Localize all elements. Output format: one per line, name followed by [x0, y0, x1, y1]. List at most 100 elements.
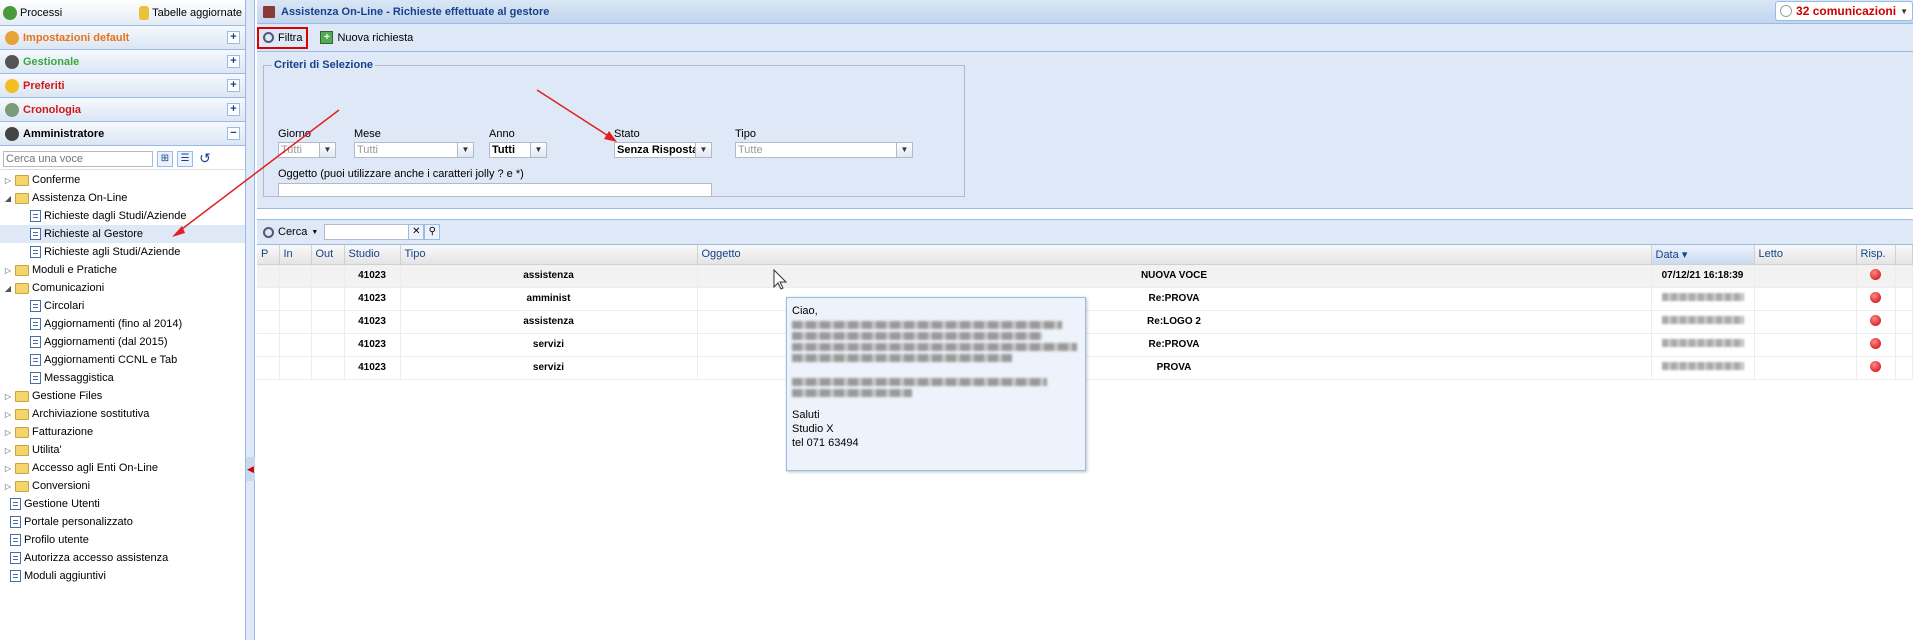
- chevron-down-icon[interactable]: ▼: [457, 143, 473, 157]
- new-request-label: Nuova richiesta: [337, 31, 414, 44]
- expand-icon[interactable]: +: [227, 31, 240, 44]
- collapse-left-icon[interactable]: ◀: [246, 457, 255, 481]
- new-request-button[interactable]: + Nuova richiesta: [316, 27, 417, 49]
- tree-item[interactable]: ▷ Archiviazione sostitutiva: [0, 405, 245, 423]
- mese-select[interactable]: Tutti ▼: [354, 142, 474, 158]
- expand-toggle-icon[interactable]: ▷: [3, 392, 13, 401]
- column-header[interactable]: Letto: [1754, 245, 1857, 265]
- cell-studio: 41023: [344, 287, 401, 311]
- tree-item[interactable]: Moduli aggiuntivi: [0, 567, 245, 585]
- section-icon: [5, 102, 19, 117]
- section-icon: [5, 126, 19, 141]
- menu-tree: ▷ Conferme ◢ Assistenza On-Line Richieste da…: [0, 171, 245, 585]
- tree-item[interactable]: ▷ Conversioni: [0, 477, 245, 495]
- tree-item[interactable]: ▷ Utilita': [0, 441, 245, 459]
- accordion-header[interactable]: Preferiti +: [0, 74, 245, 98]
- tooltip-sign3: tel 071 63494: [792, 437, 859, 449]
- folder-icon: [15, 408, 29, 420]
- tree-item[interactable]: Aggiornamenti (dal 2015): [0, 333, 245, 351]
- communications-button[interactable]: 32 comunicazioni ▼: [1775, 1, 1913, 21]
- expand-toggle-icon[interactable]: ▷: [3, 428, 13, 437]
- tooltip-greeting: Ciao,: [792, 305, 818, 317]
- tree-item-label: Profilo utente: [24, 534, 89, 546]
- document-icon: [30, 372, 41, 384]
- table-row[interactable]: 41023 assistenza NUOVA VOCE 07/12/21 16:18:…: [257, 264, 1913, 288]
- chevron-down-icon[interactable]: ▼: [896, 143, 912, 157]
- bell-icon: [1780, 5, 1793, 17]
- column-header[interactable]: Risp.: [1856, 245, 1896, 265]
- tree-item[interactable]: Portale personalizzato: [0, 513, 245, 531]
- tree-item[interactable]: Aggiornamenti (fino al 2014): [0, 315, 245, 333]
- column-header[interactable]: Tipo: [400, 245, 698, 265]
- tree-item[interactable]: Messaggistica: [0, 369, 245, 387]
- expand-toggle-icon[interactable]: ▷: [3, 464, 13, 473]
- tree-item[interactable]: ◢ Comunicazioni: [0, 279, 245, 297]
- tree-item[interactable]: Aggiornamenti CCNL e Tab: [0, 351, 245, 369]
- filter-button[interactable]: Filtra: [257, 26, 309, 49]
- tree-item[interactable]: Gestione Utenti: [0, 495, 245, 513]
- cell-tipo: servizi: [400, 333, 698, 357]
- accordion-header[interactable]: Cronologia +: [0, 98, 245, 122]
- column-header[interactable]: In: [279, 245, 312, 265]
- filter-tree-icon[interactable]: ⊞: [157, 150, 173, 167]
- list-icon[interactable]: ☰: [177, 150, 193, 167]
- tree-item[interactable]: ▷ Moduli e Pratiche: [0, 261, 245, 279]
- clear-icon[interactable]: ✕: [408, 224, 425, 240]
- tree-item[interactable]: ◢ Assistenza On-Line: [0, 189, 245, 207]
- tooltip-sign2: Studio X: [792, 423, 834, 435]
- accordion-label: Preferiti: [23, 79, 65, 92]
- cell-studio: 41023: [344, 356, 401, 380]
- oggetto-input[interactable]: [278, 183, 712, 197]
- tree-item-label: Gestione Utenti: [24, 498, 100, 510]
- tree-item[interactable]: ▷ Gestione Files: [0, 387, 245, 405]
- column-header[interactable]: P: [257, 245, 280, 265]
- accordion-header[interactable]: Amministratore −: [0, 122, 245, 146]
- accordion-header[interactable]: Gestionale +: [0, 50, 245, 74]
- expand-toggle-icon[interactable]: ▷: [3, 266, 13, 275]
- expand-toggle-icon[interactable]: ◢: [3, 194, 13, 203]
- panel-splitter[interactable]: ◀: [246, 0, 255, 640]
- stato-select[interactable]: Senza Risposta ▼: [614, 142, 712, 158]
- expand-toggle-icon[interactable]: ▷: [3, 482, 13, 491]
- grid-search-input[interactable]: [324, 224, 411, 240]
- grid-search-button[interactable]: Cerca ▼: [263, 221, 318, 243]
- expand-icon[interactable]: −: [227, 127, 240, 140]
- expand-icon[interactable]: +: [227, 103, 240, 116]
- tree-item[interactable]: Richieste dagli Studi/Aziende: [0, 207, 245, 225]
- chevron-down-icon[interactable]: ▼: [695, 143, 711, 157]
- tree-item[interactable]: Profilo utente: [0, 531, 245, 549]
- column-header[interactable]: Out: [311, 245, 345, 265]
- tree-item[interactable]: ▷ Conferme: [0, 171, 245, 189]
- expand-toggle-icon[interactable]: ▷: [3, 446, 13, 455]
- tree-item[interactable]: ▷ Accesso agli Enti On-Line: [0, 459, 245, 477]
- processi-button[interactable]: Processi: [3, 5, 62, 20]
- cell-data: [1651, 333, 1755, 357]
- anno-select[interactable]: Tutti ▼: [489, 142, 547, 158]
- expand-toggle-icon[interactable]: ▷: [3, 176, 13, 185]
- expand-icon[interactable]: +: [227, 79, 240, 92]
- column-header[interactable]: Oggetto: [697, 245, 1652, 265]
- tabelle-aggiornate-button[interactable]: Tabelle aggiornate: [139, 5, 242, 20]
- expand-toggle-icon[interactable]: ▷: [3, 410, 13, 419]
- refresh-icon[interactable]: ↺: [197, 151, 213, 167]
- column-header[interactable]: Data ▾: [1651, 245, 1755, 265]
- tree-search-input[interactable]: [3, 150, 153, 167]
- chevron-down-icon[interactable]: ▼: [530, 143, 546, 157]
- tipo-select[interactable]: Tutte ▼: [735, 142, 913, 158]
- grid-toolbar: Cerca ▼ ✕ ⚲: [257, 219, 1913, 245]
- tree-item[interactable]: Circolari: [0, 297, 245, 315]
- expand-toggle-icon[interactable]: ◢: [3, 284, 13, 293]
- tree-item[interactable]: Autorizza accesso assistenza: [0, 549, 245, 567]
- tree-item[interactable]: ▷ Fatturazione: [0, 423, 245, 441]
- accordion-header[interactable]: Impostazioni default +: [0, 26, 245, 50]
- giorno-select[interactable]: Tutti ▼: [278, 142, 336, 158]
- tree-item-label: Richieste dagli Studi/Aziende: [44, 210, 187, 222]
- tree-item[interactable]: Richieste agli Studi/Aziende: [0, 243, 245, 261]
- search-go-icon[interactable]: ⚲: [424, 224, 441, 240]
- tree-item[interactable]: Richieste al Gestore: [0, 225, 245, 243]
- expand-icon[interactable]: +: [227, 55, 240, 68]
- cell-risp: [1856, 264, 1896, 288]
- chevron-down-icon[interactable]: ▼: [319, 143, 335, 157]
- status-red-icon: [1870, 314, 1881, 326]
- column-header[interactable]: Studio: [344, 245, 401, 265]
